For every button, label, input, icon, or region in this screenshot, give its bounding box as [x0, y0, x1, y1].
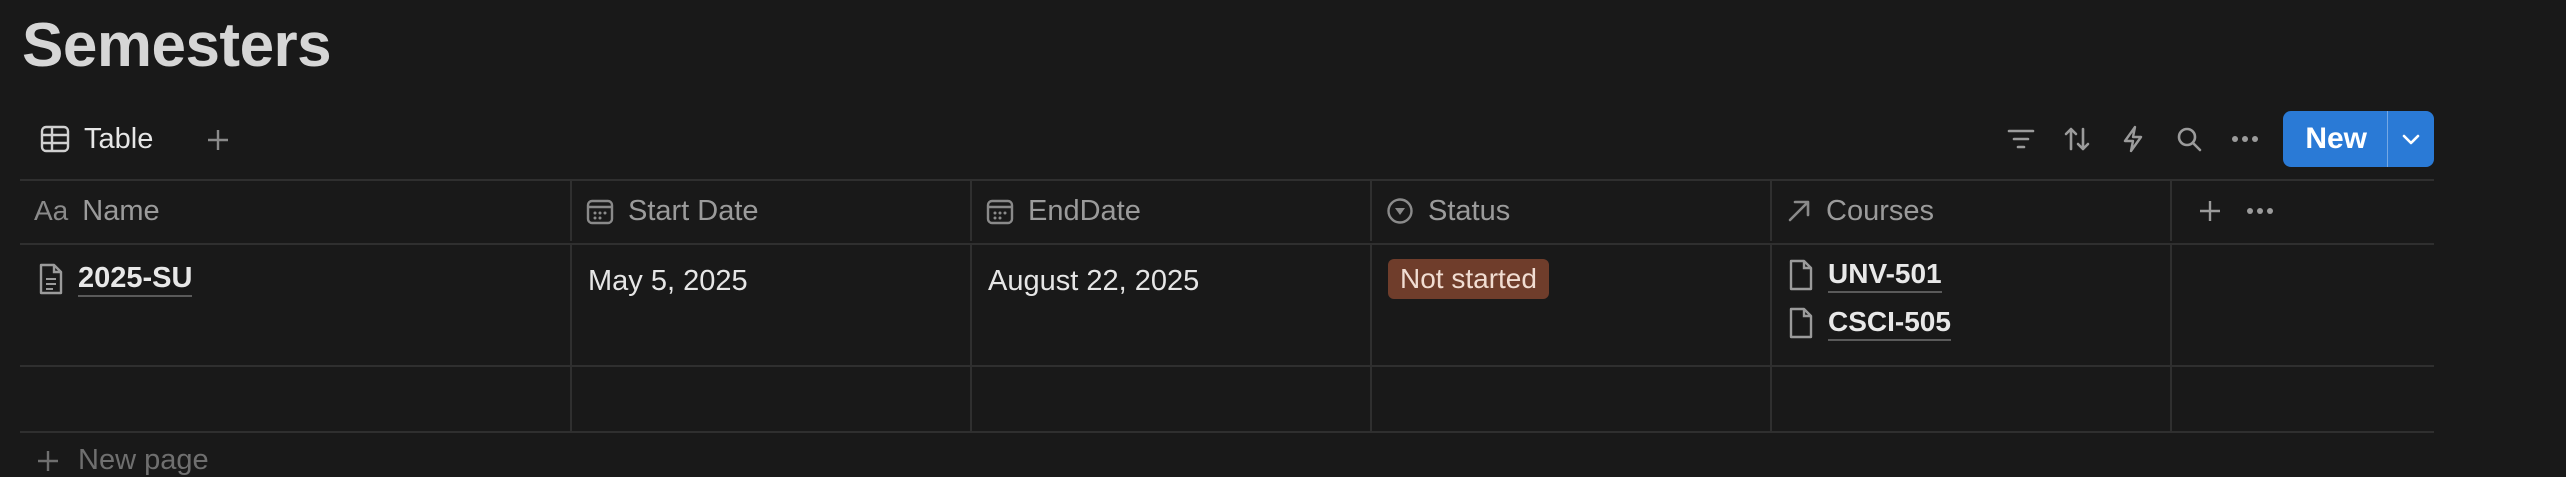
- empty-cell[interactable]: [20, 367, 572, 431]
- add-property-button[interactable]: [2198, 199, 2222, 223]
- courses-cell[interactable]: UNV-501 CSCI-505: [1772, 245, 2172, 365]
- column-header-status[interactable]: Status: [1372, 181, 1772, 241]
- new-button[interactable]: New: [2283, 122, 2387, 156]
- start-date-cell[interactable]: May 5, 2025: [572, 245, 972, 365]
- sort-icon: [2063, 125, 2091, 153]
- more-options-button[interactable]: [2217, 111, 2273, 167]
- status-badge: Not started: [1388, 259, 1549, 299]
- filter-icon: [2007, 128, 2035, 150]
- new-page-button[interactable]: New page: [36, 444, 209, 477]
- column-header-courses[interactable]: Courses: [1772, 181, 2172, 241]
- status-cell[interactable]: Not started: [1372, 245, 1772, 365]
- relation-arrow-icon: [1786, 198, 1812, 224]
- table-row[interactable]: [20, 367, 2434, 433]
- table-icon: [40, 125, 70, 153]
- empty-cell[interactable]: [572, 367, 972, 431]
- view-tools: New: [1993, 110, 2434, 168]
- plus-icon: [206, 128, 230, 152]
- filter-button[interactable]: [1993, 111, 2049, 167]
- empty-cell[interactable]: [1772, 367, 2172, 431]
- tab-table[interactable]: Table: [40, 110, 153, 168]
- page-icon: [1788, 259, 1814, 291]
- database-table: Aa Name Start Date EndDate Status Course…: [20, 179, 2434, 433]
- course-link-label: CSCI-505: [1828, 305, 1951, 341]
- table-row[interactable]: 2025-SU May 5, 2025 August 22, 2025 Not …: [20, 245, 2434, 367]
- add-view-button[interactable]: [198, 120, 238, 160]
- end-date-value: August 22, 2025: [988, 265, 1200, 297]
- column-label: Start Date: [628, 194, 759, 227]
- calendar-icon: [586, 197, 614, 225]
- new-button-group: New: [2283, 111, 2434, 167]
- page-title: Semesters: [22, 11, 332, 80]
- column-label: Status: [1428, 194, 1511, 227]
- sort-button[interactable]: [2049, 111, 2105, 167]
- column-header-start-date[interactable]: Start Date: [572, 181, 972, 241]
- search-icon: [2175, 125, 2203, 153]
- empty-cell[interactable]: [972, 367, 1372, 431]
- course-link[interactable]: CSCI-505: [1788, 305, 1951, 341]
- column-header-actions: [2172, 181, 2434, 241]
- page-title-link[interactable]: 2025-SU: [78, 261, 193, 297]
- name-cell[interactable]: 2025-SU: [20, 245, 572, 365]
- column-header-name[interactable]: Aa Name: [20, 181, 572, 241]
- page-icon: [38, 263, 64, 295]
- table-header: Aa Name Start Date EndDate Status Course…: [20, 179, 2434, 245]
- more-icon[interactable]: [2246, 207, 2274, 215]
- automation-button[interactable]: [2105, 111, 2161, 167]
- page-icon: [1788, 307, 1814, 339]
- column-header-end-date[interactable]: EndDate: [972, 181, 1372, 241]
- end-date-cell[interactable]: August 22, 2025: [972, 245, 1372, 365]
- new-options-button[interactable]: [2388, 111, 2434, 167]
- empty-cell: [2172, 367, 2434, 431]
- new-page-label: New page: [78, 444, 209, 476]
- column-label: EndDate: [1028, 194, 1141, 227]
- view-toolbar: Table New: [20, 110, 2434, 168]
- status-icon: [1386, 197, 1414, 225]
- lightning-icon: [2122, 125, 2144, 153]
- calendar-icon: [986, 197, 1014, 225]
- empty-cell: [2172, 245, 2434, 365]
- text-type-icon: Aa: [34, 195, 69, 226]
- more-icon: [2231, 135, 2259, 143]
- tab-table-label: Table: [84, 122, 154, 155]
- column-label: Name: [82, 194, 160, 227]
- plus-icon: [36, 449, 60, 473]
- empty-cell[interactable]: [1372, 367, 1772, 431]
- column-label: Courses: [1826, 194, 1934, 227]
- course-link-label: UNV-501: [1828, 257, 1942, 293]
- search-button[interactable]: [2161, 111, 2217, 167]
- start-date-value: May 5, 2025: [588, 265, 748, 297]
- course-link[interactable]: UNV-501: [1788, 257, 1951, 293]
- chevron-down-icon: [2401, 133, 2421, 145]
